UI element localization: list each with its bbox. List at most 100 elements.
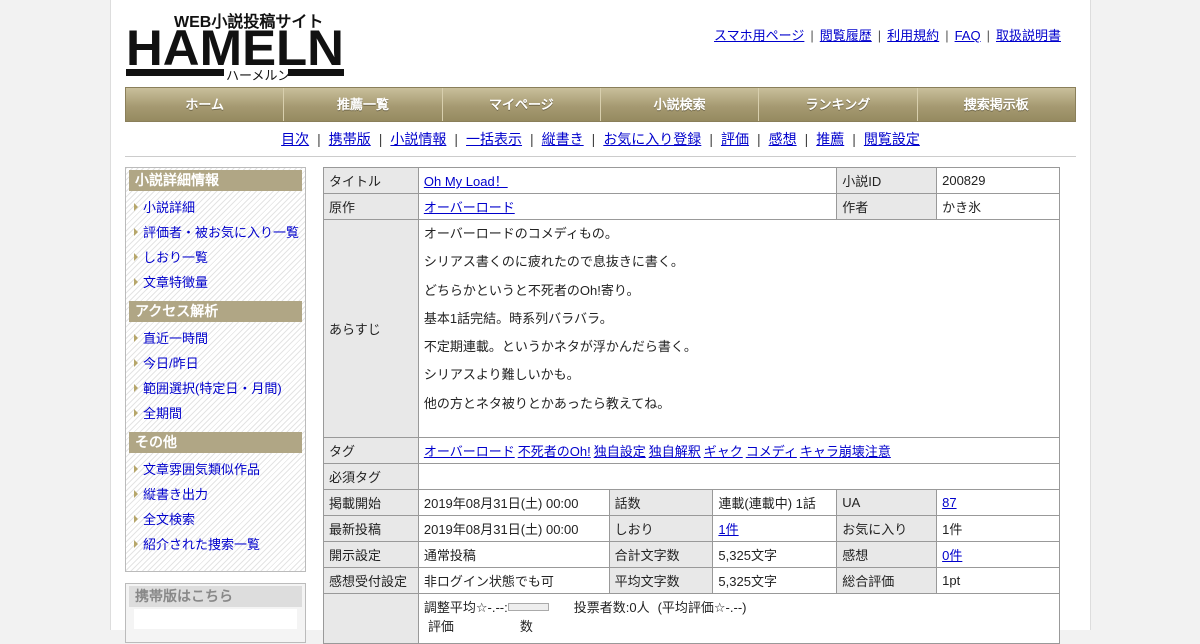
sidebar-item[interactable]: 文章雰囲気類似作品 [126,457,305,482]
overall-value: 1pt [936,567,1060,594]
start-value: 2019年08月31日(土) 00:00 [417,489,610,516]
nav-board[interactable]: 捜索掲示板 [918,88,1075,121]
page: WEB小説投稿サイト HAMELN ハーメルン スマホ用ページ | 閲覧履歴 | 利用規… [110,0,1091,644]
arrow-icon [134,359,138,367]
link-manual[interactable]: 取扱説明書 [996,28,1061,43]
sidebar-item[interactable]: 今日/昨日 [126,351,305,376]
synopsis-line: シリアスより難しいかも。 [423,367,580,383]
episodes-value: 連載(連載中) 1話 [712,489,838,516]
nav-home[interactable]: ホーム [126,88,285,121]
nav-ranking[interactable]: ランキング [759,88,918,121]
rating-average: (平均評価☆-.--) [657,600,747,615]
visibility-value: 通常投稿 [417,541,610,568]
sidebar-item[interactable]: 全文検索 [126,507,305,532]
required-tags [417,463,1061,490]
arrow-icon [134,334,138,342]
bookmark-link[interactable]: 1件 [718,522,738,537]
subnav-rate[interactable]: 評価 [721,131,749,147]
subnav-vertical[interactable]: 縦書き [542,131,584,147]
nav-mypage[interactable]: マイページ [443,88,601,121]
title-value: Oh My Load！ [417,167,838,194]
tag-link[interactable]: 独自解釈 [649,444,701,459]
tag-link[interactable]: 不死者のOh! [518,444,591,459]
main-nav: ホーム 推薦一覧 マイページ 小説検索 ランキング 捜索掲示板 [125,87,1076,122]
visibility-label: 開示設定 [323,541,419,568]
synopsis-label: あらすじ [323,219,419,438]
mobile-box: 携帯版はこちら [125,583,306,643]
comments-value: 0件 [936,541,1060,568]
synopsis-line: 他の方とネタ被りとかあったら教えてね。 [423,395,671,411]
subnav-toc[interactable]: 目次 [281,131,309,147]
sidebar-item[interactable]: 全期間 [126,401,305,426]
episodes-label: 話数 [608,489,714,516]
rating-avg-prefix: 調整平均☆-.--: [423,600,508,615]
sidebar-item[interactable]: 小説詳細 [126,195,305,220]
mobile-box-body [134,609,297,629]
sidebar-item[interactable]: しおり一覧 [126,245,305,270]
nav-search[interactable]: 小説検索 [601,88,760,121]
sidebar-item[interactable]: 縦書き出力 [126,482,305,507]
link-history[interactable]: 閲覧履歴 [820,28,872,43]
subnav-mobile[interactable]: 携帯版 [329,131,371,147]
accept-label: 感想受付設定 [323,567,419,594]
ua-label: UA [836,489,938,516]
sidebar-item[interactable]: 評価者・被お気に入り一覧 [126,220,305,245]
tag-link[interactable]: 独自設定 [594,444,646,459]
arrow-icon [134,409,138,417]
subnav-settings[interactable]: 閲覧設定 [864,131,920,147]
tag-link[interactable]: ギャク [704,444,743,459]
subnav-comment[interactable]: 感想 [769,131,797,147]
sub-nav: 目次 | 携帯版 | 小説情報 | 一括表示 | 縦書き | お気に入り登録 | 評価 | 感想 | 推薦 | 閲覧… [281,131,920,147]
subnav-recommend[interactable]: 推薦 [816,131,844,147]
title-link[interactable]: Oh My Load！ [424,174,508,189]
accept-value: 非ログイン状態でも可 [417,567,610,594]
synopsis-line: どちらかというと不死者のOh!寄り。 [423,282,640,298]
id-value: 200829 [936,167,1060,194]
synopsis-line: 基本1話完結。時系列バラバラ。 [423,310,613,326]
required-tags-label: 必須タグ [323,463,419,490]
arrow-icon [134,253,138,261]
tag-link[interactable]: オーバーロード [424,444,515,459]
rating-bar [507,603,549,611]
latest-value: 2019年08月31日(土) 00:00 [417,515,610,542]
bookmark-value: 1件 [712,515,838,542]
subnav-favorite[interactable]: お気に入り登録 [603,131,701,147]
avg-chars-value: 5,325文字 [712,567,838,594]
ua-link[interactable]: 87 [942,495,956,510]
sidebar-item[interactable]: 直近一時間 [126,326,305,351]
latest-label: 最新投稿 [323,515,419,542]
logo-kana: ハーメルン [226,68,290,81]
comments-link[interactable]: 0件 [942,548,962,563]
divider [125,156,1076,157]
synopsis-line: シリアス書くのに疲れたので息抜きに書く。 [423,254,684,270]
arrow-icon [134,384,138,392]
subnav-all[interactable]: 一括表示 [466,131,522,147]
rating-voters: 投票者数:0人 [573,600,650,615]
arrow-icon [134,203,138,211]
sidebar-item[interactable]: 範囲選択(特定日・月間) [126,376,305,401]
tag-link[interactable]: キャラ崩壊注意 [800,444,891,459]
rating-header-rate: 評価 [427,619,454,634]
hameln-logo[interactable]: WEB小説投稿サイト HAMELN ハーメルン [126,9,346,81]
subnav-info[interactable]: 小説情報 [390,131,446,147]
fav-label: お気に入り [836,515,938,542]
arrow-icon [134,515,138,523]
original-link[interactable]: オーバーロード [424,200,515,215]
novel-info-table: タイトル Oh My Load！ 小説ID 200829 原作 オーバーロード … [323,167,1061,644]
arrow-icon [134,490,138,498]
author-value: かき氷 [936,193,1060,220]
sidebar-item[interactable]: 文章特徴量 [126,270,305,295]
link-terms[interactable]: 利用規約 [887,28,939,43]
nav-recommend[interactable]: 推薦一覧 [284,88,443,121]
top-links: スマホ用ページ | 閲覧履歴 | 利用規約 | FAQ | 取扱説明書 [714,28,1061,43]
arrow-icon [134,278,138,286]
link-faq[interactable]: FAQ [955,28,981,43]
tag-link[interactable]: コメディ [746,444,797,459]
arrow-icon [134,465,138,473]
sidebar-item[interactable]: 紹介された捜索一覧 [126,532,305,557]
original-label: 原作 [323,193,419,220]
rating-summary: 調整平均☆-.--: 投票者数:0人 (平均評価☆-.--) 評価 数 [417,593,1061,644]
title-label: タイトル [323,167,419,194]
avg-chars-label: 平均文字数 [608,567,714,594]
link-smartphone[interactable]: スマホ用ページ [714,28,804,43]
